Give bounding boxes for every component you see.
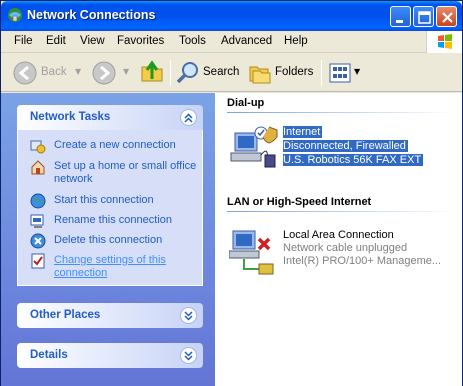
- task-label: Rename this connection: [54, 214, 173, 226]
- details-title: Details: [30, 349, 68, 361]
- back-dropdown-icon[interactable]: ▼: [75, 67, 81, 76]
- back-button[interactable]: Back: [11, 58, 71, 88]
- menu-favorites[interactable]: Favorites: [117, 35, 164, 47]
- menu-edit[interactable]: Edit: [46, 35, 66, 47]
- expand-chevron-icon[interactable]: [180, 307, 197, 324]
- connection-status: Network cable unplugged: [283, 242, 408, 254]
- group-lan-title: LAN or High-Speed Internet: [227, 196, 372, 208]
- close-button[interactable]: [436, 6, 457, 27]
- windows-logo: [426, 31, 462, 53]
- close-icon: [442, 12, 453, 23]
- task-pane: Network Tasks Create a new connection Se…: [1, 93, 215, 386]
- globe-icon: [30, 193, 46, 209]
- task-label: Create a new connection: [54, 139, 176, 151]
- settings-icon: [31, 253, 45, 269]
- group-divider: [227, 211, 457, 212]
- menu-view[interactable]: View: [80, 35, 105, 47]
- menu-bar: File Edit View Favorites Tools Advanced …: [1, 31, 462, 53]
- windows-flag-icon: [438, 34, 452, 49]
- connection-text: Local Area Connection Network cable unpl…: [283, 229, 441, 268]
- other-places-panel: Other Places: [17, 303, 203, 328]
- task-label: Set up a home or small office network: [54, 160, 197, 185]
- lan-connection-icon: [229, 230, 274, 275]
- title-bar[interactable]: Network Connections: [1, 1, 462, 31]
- task-label: Start this connection: [54, 194, 154, 206]
- new-connection-icon: [30, 140, 46, 154]
- search-label: Search: [203, 66, 240, 78]
- toolbar: Back ▼ ▼ Search Folders ▼: [1, 54, 462, 92]
- connections-view: Dial-up Internet Disconnected, Firewalle…: [215, 93, 462, 386]
- delete-icon: [30, 233, 46, 249]
- network-tasks-body: Create a new connection Set up a home or…: [17, 130, 203, 286]
- task-label: Delete this connection: [54, 234, 163, 246]
- expand-chevron-icon[interactable]: [180, 347, 197, 364]
- network-connections-icon: [8, 8, 22, 22]
- connection-name: Internet: [283, 126, 323, 138]
- home-network-icon: [31, 160, 45, 175]
- search-icon: [176, 62, 198, 84]
- connection-name: Local Area Connection: [283, 229, 394, 241]
- other-places-title: Other Places: [30, 309, 101, 321]
- connection-text: Internet Disconnected, Firewalled U.S. R…: [283, 125, 424, 167]
- menu-advanced[interactable]: Advanced: [221, 35, 272, 47]
- window-title: Network Connections: [27, 8, 156, 22]
- connection-status: Disconnected, Firewalled: [283, 140, 408, 152]
- toolbar-separator: [170, 60, 171, 86]
- folders-icon: [249, 66, 271, 84]
- menu-help[interactable]: Help: [284, 35, 308, 47]
- toolbar-separator: [321, 60, 322, 86]
- up-folder-icon: [141, 60, 163, 82]
- task-label: Change settings of this connection: [54, 254, 166, 279]
- other-places-header[interactable]: Other Places: [17, 303, 203, 328]
- details-panel: Details: [17, 343, 203, 368]
- window: Network Connections File Edit View Favor…: [0, 0, 463, 386]
- back-label: Back: [41, 66, 67, 78]
- connection-device: U.S. Robotics 56K FAX EXT: [283, 154, 424, 166]
- back-arrow-icon: [13, 61, 37, 85]
- group-divider: [227, 112, 457, 113]
- network-tasks-header[interactable]: Network Tasks: [17, 105, 203, 130]
- forward-dropdown-icon[interactable]: ▼: [123, 67, 129, 76]
- menu-tools[interactable]: Tools: [179, 35, 206, 47]
- details-header[interactable]: Details: [17, 343, 203, 368]
- folders-label: Folders: [275, 66, 314, 78]
- rename-icon: [30, 214, 44, 228]
- views-icon: [329, 63, 351, 83]
- network-tasks-panel: Network Tasks Create a new connection Se…: [17, 105, 203, 286]
- folders-button[interactable]: Folders: [247, 58, 315, 88]
- maximize-icon: [418, 11, 431, 24]
- maximize-button[interactable]: [413, 6, 434, 27]
- dialup-connection-icon: [230, 126, 278, 168]
- collapse-chevron-icon[interactable]: [180, 109, 197, 126]
- menu-file[interactable]: File: [14, 35, 33, 47]
- group-dialup-title: Dial-up: [227, 97, 265, 109]
- up-folder-button[interactable]: [139, 58, 165, 88]
- minimize-icon: [396, 20, 403, 23]
- search-button[interactable]: Search: [175, 58, 239, 88]
- connection-device: Intel(R) PRO/100+ Manageme...: [283, 255, 442, 267]
- forward-button[interactable]: [90, 58, 122, 88]
- views-button[interactable]: ▼: [327, 58, 363, 88]
- views-dropdown-icon: ▼: [354, 67, 361, 76]
- network-tasks-title: Network Tasks: [30, 111, 111, 123]
- minimize-button[interactable]: [390, 6, 411, 27]
- forward-arrow-icon: [92, 61, 116, 85]
